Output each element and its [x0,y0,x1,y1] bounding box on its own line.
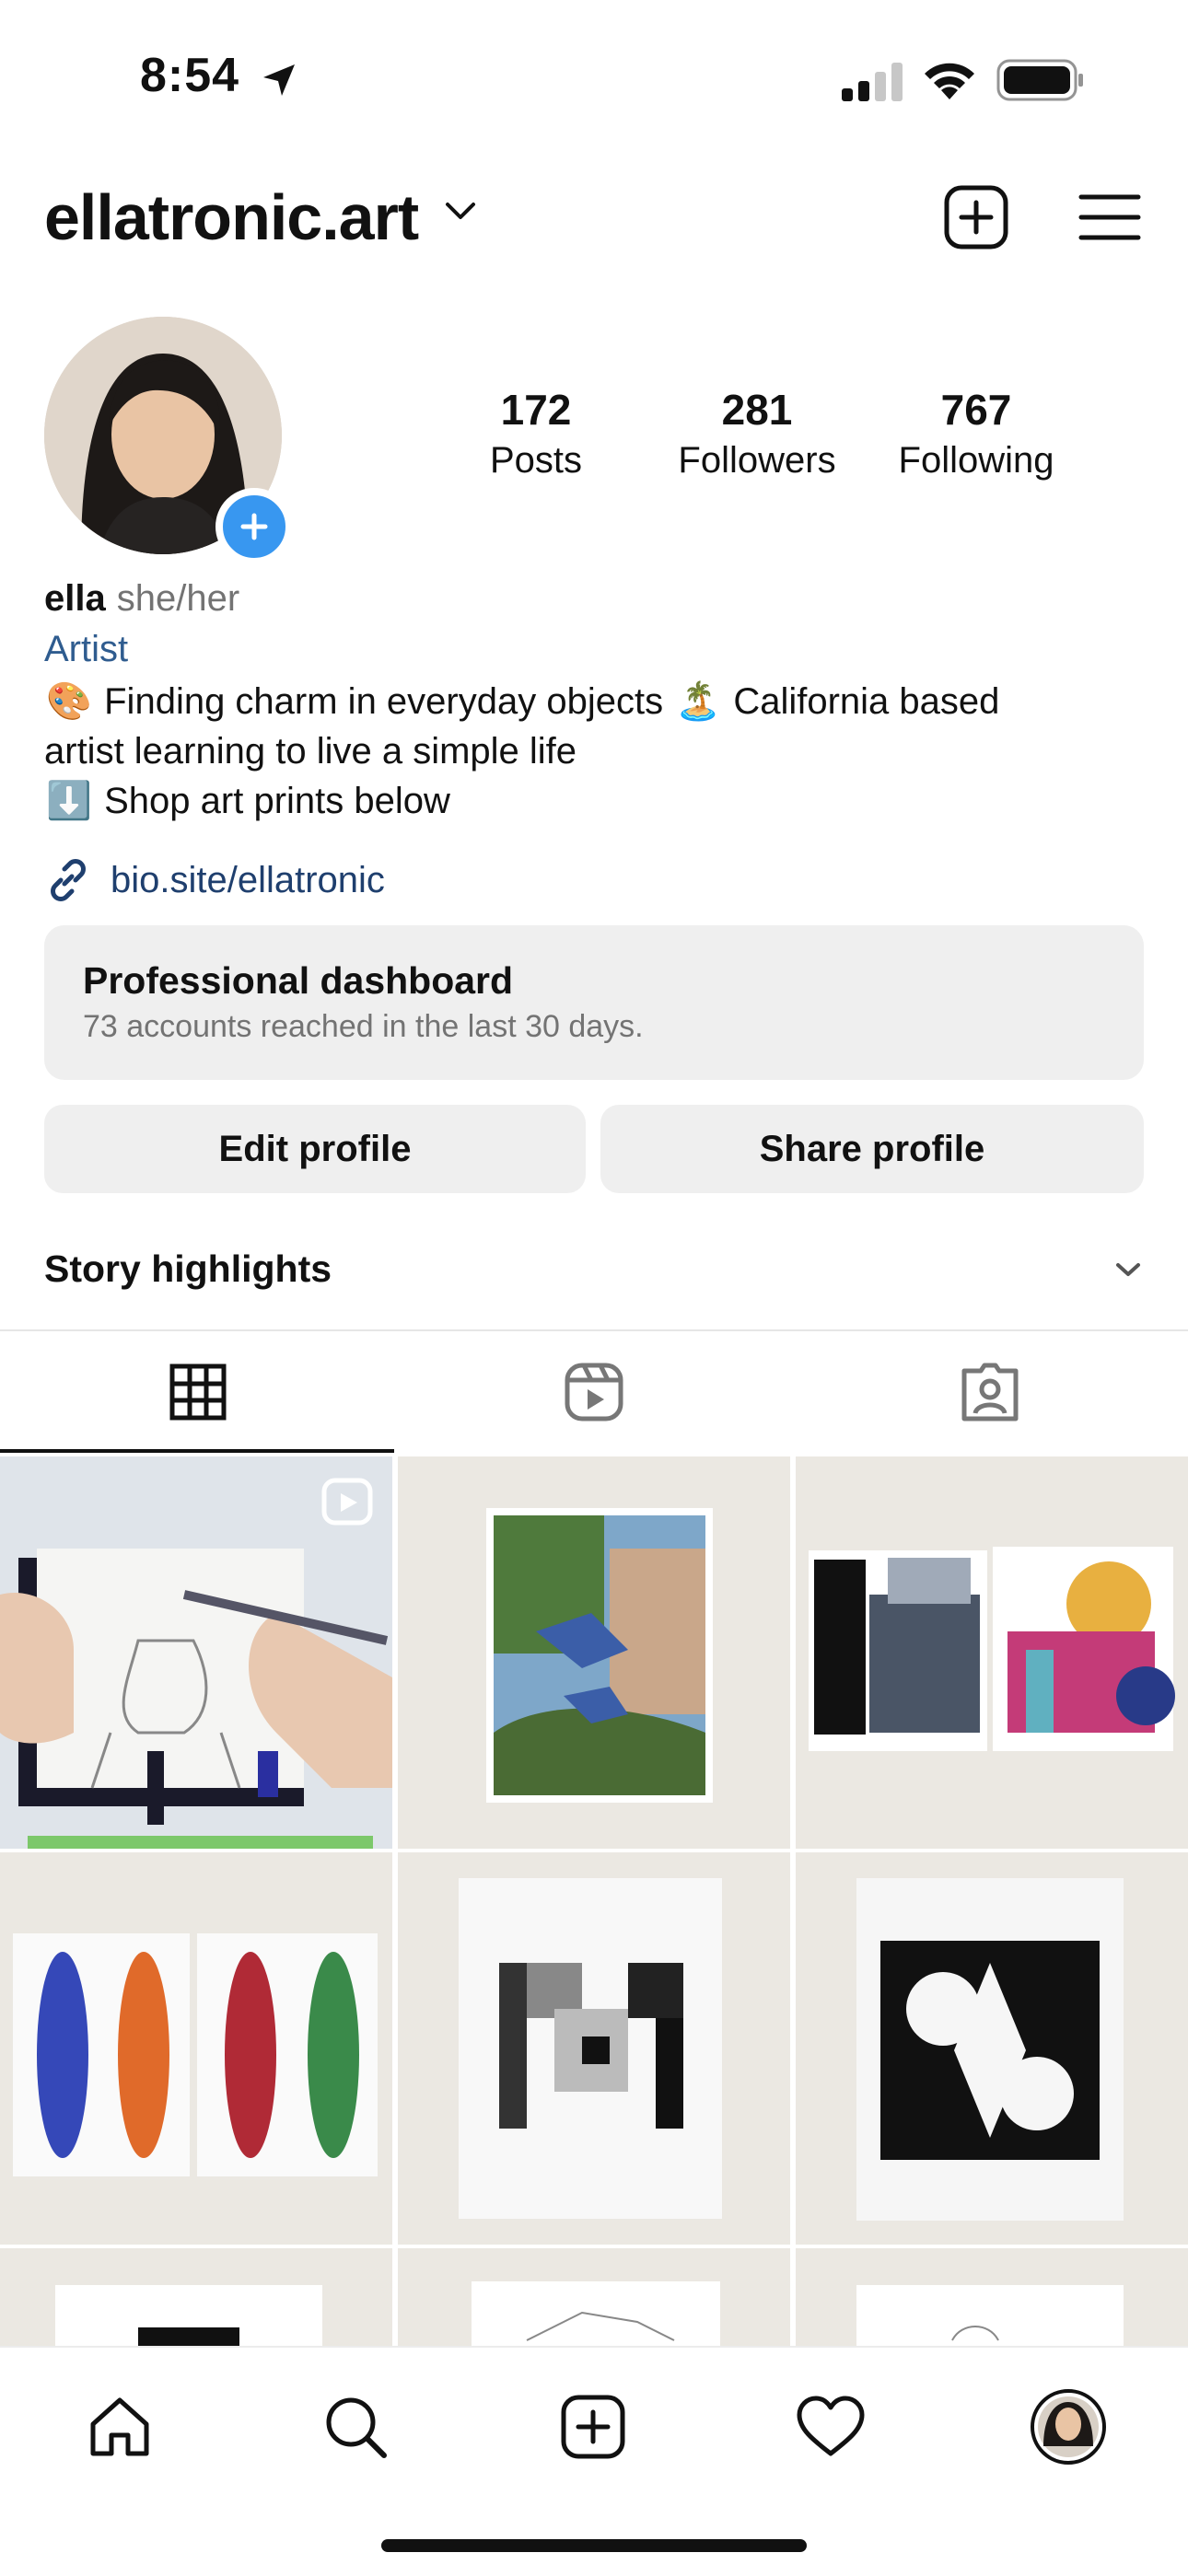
post-thumbnail-partial-2[interactable] [398,2248,790,2346]
selected-tab-indicator [0,1449,394,1453]
posts-count[interactable]: 172 Posts [460,385,611,482]
bio-text: Finding charm in everyday objects [104,681,664,722]
home-icon [90,2397,149,2456]
pronouns: she/her [116,578,240,619]
post-thumbnail-gray-block-print[interactable] [398,1852,790,2245]
post-thumbnail-reel-sketch[interactable] [0,1456,392,1849]
tagged-icon [961,1363,1019,1421]
post-thumbnail-surfboard-paintings[interactable] [0,1852,392,2245]
edit-profile-button[interactable]: Edit profile [44,1105,586,1193]
stat-label: Following [898,440,1054,481]
create-post-icon[interactable] [943,184,1009,250]
post-thumbnail-garden-print[interactable] [398,1456,790,1849]
bio-line-3: ⬇️ Shop art prints below [44,776,1149,826]
bio-line-2: artist learning to live a simple life [44,731,577,772]
chevron-down-icon[interactable] [1112,1259,1144,1280]
dashboard-title: Professional dashboard [83,959,514,1002]
bio-text: Shop art prints below [104,781,450,821]
add-story-button[interactable] [215,488,293,565]
stat-label: Posts [489,440,583,481]
link-icon [51,859,86,901]
battery-icon [996,59,1083,101]
post-thumbnail-partial-3[interactable] [796,2248,1188,2346]
display-name: ella [44,578,106,619]
share-profile-button[interactable]: Share profile [600,1105,1144,1193]
search-icon [326,2397,387,2458]
nav-activity[interactable] [785,2381,877,2473]
stat-value: 281 [721,386,793,434]
profile-category[interactable]: Artist [44,629,128,670]
story-highlights-label[interactable]: Story highlights [44,1247,332,1291]
account-username[interactable]: ellatronic.art [44,180,419,254]
bio-text: California based [733,681,1000,722]
tab-posts-grid[interactable] [0,1331,396,1453]
plus-icon [240,513,268,540]
nav-create[interactable] [547,2381,639,2473]
down-arrow-emoji: ⬇️ [46,781,92,821]
heart-icon [797,2396,865,2456]
nav-home[interactable] [74,2381,166,2473]
professional-dashboard-card[interactable] [44,925,1144,1080]
bio-link[interactable]: bio.site/ellatronic [44,856,385,904]
following-count[interactable]: 767 Following [884,385,1068,482]
chevron-down-icon[interactable] [444,197,477,225]
menu-icon[interactable] [1077,190,1142,245]
create-icon [561,2395,625,2459]
palette-emoji: 🎨 [46,681,92,722]
dashboard-subtitle: 73 accounts reached in the last 30 days. [83,1009,644,1044]
bio-link-text: bio.site/ellatronic [111,859,385,900]
nav-profile[interactable] [1022,2381,1114,2473]
location-arrow-icon [263,64,295,96]
profile-bio: 🎨 Finding charm in everyday objects 🏝️ C… [44,677,1149,826]
island-emoji: 🏝️ [675,681,722,722]
stat-label: Followers [678,440,836,481]
tab-reels[interactable] [396,1331,792,1453]
post-thumbnail-black-cutout-print[interactable] [796,1852,1188,2245]
status-time: 8:54 [140,49,240,102]
bio-line-1: 🎨 Finding charm in everyday objects 🏝️ C… [44,677,1149,726]
post-thumbnail-collage-prints[interactable] [796,1456,1188,1849]
cellular-signal-icon [842,63,903,101]
stat-value: 767 [940,386,1012,434]
tab-tagged[interactable] [792,1331,1188,1453]
profile-name-line: ella she/her [44,578,239,620]
grid-icon [169,1363,227,1421]
reels-icon [565,1363,623,1421]
nav-search[interactable] [309,2381,402,2473]
followers-count[interactable]: 281 Followers [663,385,851,482]
post-thumbnail-partial-1[interactable] [0,2248,392,2346]
stat-value: 172 [500,386,572,434]
wifi-icon [925,63,974,99]
profile-avatar [1031,2389,1106,2465]
home-indicator [381,2539,807,2552]
